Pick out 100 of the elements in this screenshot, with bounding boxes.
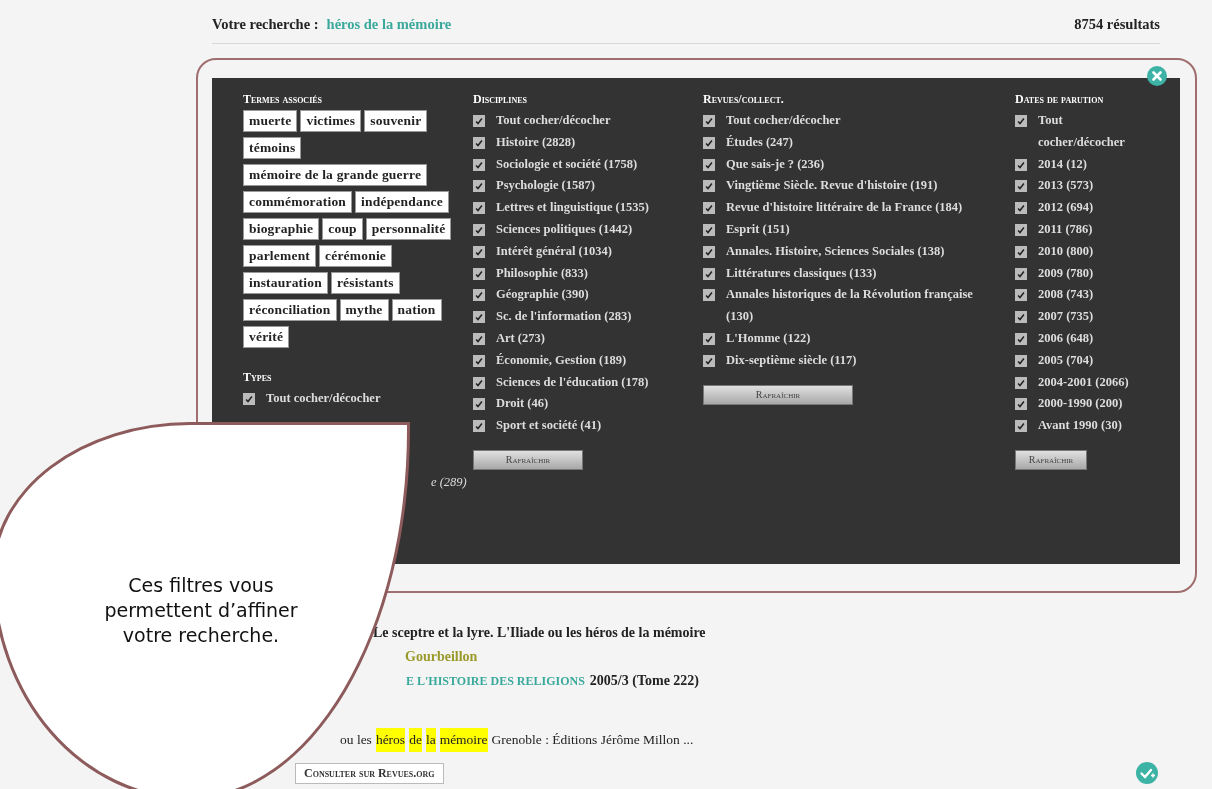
filter-option[interactable]: Philosophie (833) bbox=[496, 262, 589, 285]
check-icon[interactable] bbox=[1136, 762, 1158, 784]
checkbox[interactable] bbox=[1015, 354, 1027, 367]
filter-option[interactable]: 2013 (573) bbox=[1038, 175, 1094, 198]
filter-option[interactable]: Vingtième Siècle. Revue d'histoire (191) bbox=[726, 175, 938, 198]
checkbox[interactable] bbox=[473, 289, 485, 302]
filter-option[interactable]: Sport et société (41) bbox=[496, 415, 602, 437]
checkbox[interactable] bbox=[473, 224, 485, 236]
term-tag[interactable]: muerte bbox=[243, 110, 298, 132]
checkbox[interactable] bbox=[473, 267, 485, 280]
filter-option[interactable]: Lettres et linguistique (1535) bbox=[496, 197, 649, 219]
refresh-button[interactable]: Rafraîchir bbox=[1015, 449, 1087, 470]
checkbox[interactable] bbox=[473, 136, 485, 149]
checkbox[interactable] bbox=[1015, 398, 1027, 411]
term-tag[interactable]: instauration bbox=[243, 272, 328, 294]
term-tag[interactable]: témoins bbox=[243, 137, 302, 159]
term-tag[interactable]: parlement bbox=[243, 245, 317, 267]
filter-option[interactable]: 2004-2001 (2066) bbox=[1038, 371, 1129, 394]
term-tag[interactable]: coup bbox=[322, 218, 363, 240]
checkbox[interactable] bbox=[1015, 224, 1027, 236]
filter-option[interactable]: Annales. Histoire, Sciences Sociales (138) bbox=[726, 240, 945, 263]
checkbox[interactable] bbox=[703, 202, 715, 215]
filter-option[interactable]: Avant 1990 (30) bbox=[1038, 415, 1122, 437]
checkbox[interactable] bbox=[473, 398, 485, 411]
term-tag[interactable]: commémoration bbox=[243, 191, 353, 213]
term-tag[interactable]: biographie bbox=[243, 218, 320, 240]
filter-option[interactable]: 2008 (743) bbox=[1038, 284, 1094, 307]
filter-option[interactable]: Sc. de l'information (283) bbox=[496, 306, 632, 328]
consult-button[interactable]: Consulter sur Revues.org bbox=[295, 762, 444, 784]
checkbox[interactable] bbox=[473, 158, 485, 171]
filter-option[interactable]: Esprit (151) bbox=[726, 219, 790, 241]
checkbox[interactable] bbox=[473, 332, 485, 345]
term-tag[interactable]: personnalité bbox=[365, 218, 452, 240]
checkbox[interactable] bbox=[1015, 245, 1027, 258]
filter-option[interactable]: 2006 (648) bbox=[1038, 327, 1094, 350]
filter-option[interactable]: 2007 (735) bbox=[1038, 306, 1094, 328]
filter-option[interactable]: Tout cocher/décocher bbox=[496, 110, 611, 132]
term-tag[interactable]: réconciliation bbox=[243, 299, 337, 321]
filter-option[interactable]: Psychologie (1587) bbox=[496, 175, 595, 198]
filter-option[interactable]: Littératures classiques (133) bbox=[726, 262, 877, 285]
term-tag[interactable]: nation bbox=[391, 299, 442, 321]
checkbox[interactable] bbox=[1015, 376, 1027, 389]
term-tag[interactable]: souvenir bbox=[364, 110, 428, 132]
checkbox[interactable] bbox=[703, 245, 715, 258]
checkbox[interactable] bbox=[703, 354, 715, 367]
filter-option[interactable]: Que sais-je ? (236) bbox=[726, 153, 825, 176]
filter-option[interactable]: Sciences de l'éducation (178) bbox=[496, 371, 649, 394]
checkbox[interactable] bbox=[703, 289, 715, 302]
term-tag[interactable]: cérémonie bbox=[319, 245, 393, 267]
checkbox[interactable] bbox=[473, 180, 485, 193]
filter-option[interactable]: Tout cocher/décocher bbox=[1038, 110, 1133, 154]
checkbox[interactable] bbox=[1015, 115, 1027, 127]
checkbox[interactable] bbox=[1015, 332, 1027, 345]
checkbox[interactable] bbox=[1015, 311, 1027, 324]
checkbox[interactable] bbox=[1015, 420, 1027, 433]
filter-option[interactable]: Sciences politiques (1442) bbox=[496, 219, 633, 241]
term-tag[interactable]: vérité bbox=[243, 326, 290, 348]
checkbox[interactable] bbox=[473, 420, 485, 433]
checkbox[interactable] bbox=[1015, 180, 1027, 193]
term-tag[interactable]: mythe bbox=[339, 299, 389, 321]
filter-option[interactable]: 2012 (694) bbox=[1038, 197, 1094, 219]
filter-option[interactable]: 2010 (800) bbox=[1038, 240, 1094, 263]
checkbox[interactable] bbox=[703, 224, 715, 236]
filter-option[interactable]: Géographie (390) bbox=[496, 284, 589, 307]
filter-option[interactable]: Économie, Gestion (189) bbox=[496, 349, 627, 372]
refresh-button[interactable]: Rafraîchir bbox=[473, 449, 583, 470]
filter-option[interactable]: Revue d'histoire littéraire de la France (184) bbox=[726, 197, 963, 219]
checkbox[interactable] bbox=[703, 136, 715, 149]
filter-option[interactable]: Tout cocher/décocher bbox=[726, 110, 841, 132]
term-tag[interactable]: résistants bbox=[330, 272, 400, 294]
checkbox[interactable] bbox=[473, 202, 485, 215]
checkbox[interactable] bbox=[473, 376, 485, 389]
checkbox[interactable] bbox=[703, 180, 715, 193]
filter-option[interactable]: Art (273) bbox=[496, 327, 545, 350]
filter-option[interactable]: L'Homme (122) bbox=[726, 327, 811, 350]
filter-option[interactable]: Tout cocher/décocher bbox=[266, 388, 381, 410]
filter-option[interactable]: 2014 (12) bbox=[1038, 153, 1087, 176]
filter-option[interactable]: Dix-septième siècle (117) bbox=[726, 349, 857, 372]
term-tag[interactable]: victimes bbox=[300, 110, 362, 132]
filter-option[interactable]: Sociologie et société (1758) bbox=[496, 153, 638, 176]
term-tag[interactable]: indépendance bbox=[355, 191, 449, 213]
checkbox[interactable] bbox=[243, 393, 255, 405]
checkbox[interactable] bbox=[703, 115, 715, 127]
checkbox[interactable] bbox=[473, 354, 485, 367]
filter-option[interactable]: 2000-1990 (200) bbox=[1038, 393, 1123, 416]
checkbox[interactable] bbox=[703, 158, 715, 171]
filter-option[interactable]: 2009 (780) bbox=[1038, 262, 1094, 285]
checkbox[interactable] bbox=[1015, 202, 1027, 215]
term-tag[interactable]: mémoire de la grande guerre bbox=[243, 164, 428, 186]
filter-option[interactable]: Droit (46) bbox=[496, 393, 549, 416]
checkbox[interactable] bbox=[1015, 267, 1027, 280]
checkbox[interactable] bbox=[473, 115, 485, 127]
refresh-button[interactable]: Rafraîchir bbox=[703, 384, 853, 405]
filter-option[interactable]: Annales historiques de la Révolution française (130) bbox=[726, 284, 1003, 328]
checkbox[interactable] bbox=[1015, 289, 1027, 302]
checkbox[interactable] bbox=[473, 311, 485, 324]
filter-option[interactable]: 2005 (704) bbox=[1038, 349, 1094, 372]
filter-option[interactable]: 2011 (786) bbox=[1038, 219, 1093, 241]
filter-option[interactable]: Études (247) bbox=[726, 131, 794, 154]
filter-option[interactable]: e (289) bbox=[431, 471, 473, 494]
